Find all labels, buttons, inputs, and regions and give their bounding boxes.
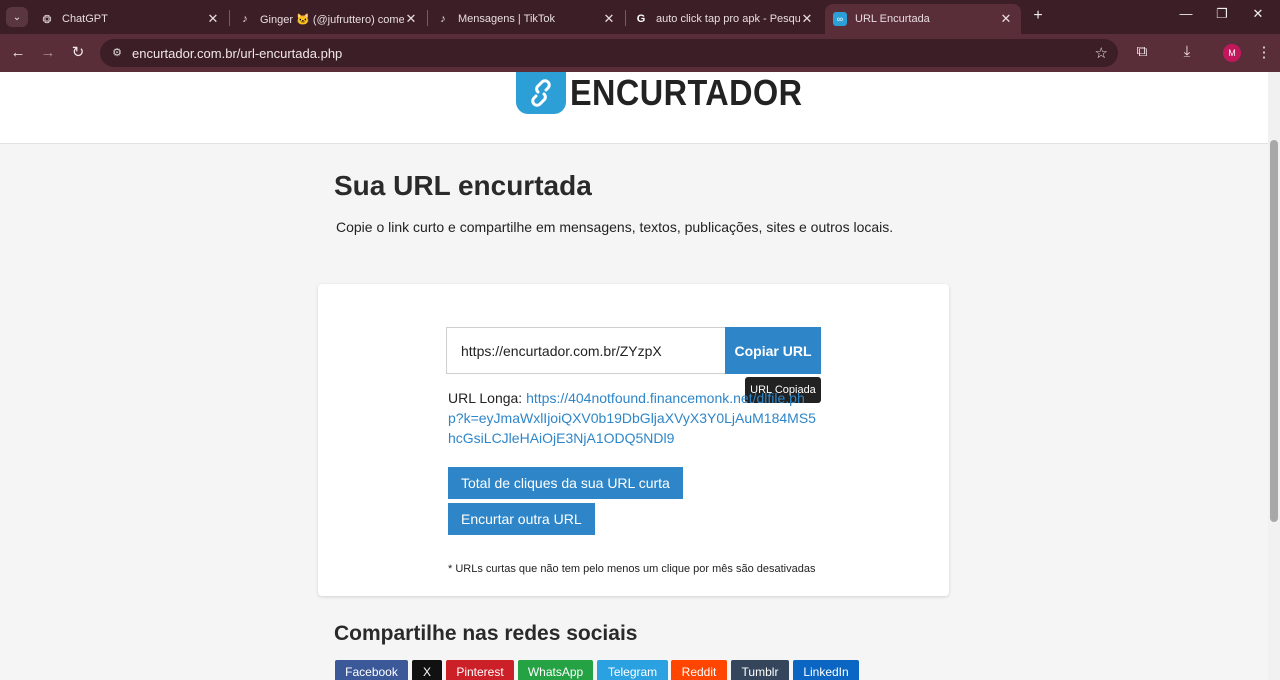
site-info-icon[interactable]: ⚙ (110, 46, 124, 60)
long-url-block: URL Longa: https://404notfound.financemo… (448, 388, 820, 448)
address-url: encurtador.com.br/url-encurtada.php (132, 45, 343, 61)
site-header: ENCURTADOR (0, 72, 1268, 144)
share-facebook-button[interactable]: Facebook (335, 660, 408, 680)
share-reddit-button[interactable]: Reddit (671, 660, 727, 680)
minimize-button[interactable]: — (1176, 6, 1196, 21)
browser-tabbar: ⌄ ❂ ChatGPT ✕ ♪ Ginger 🐱 (@jufruttero) c… (0, 0, 1280, 34)
link-logo-icon[interactable] (516, 72, 566, 114)
tab-title: URL Encurtada (855, 13, 930, 25)
page-title: Sua URL encurtada (334, 170, 592, 201)
copy-url-button[interactable]: Copiar URL (725, 327, 821, 374)
share-linkedin-button[interactable]: LinkedIn (793, 660, 859, 680)
bookmark-star-icon[interactable]: ☆ (1095, 44, 1108, 62)
chatgpt-icon: ❂ (42, 13, 52, 26)
page-description: Copie o link curto e compartilhe em mens… (336, 219, 894, 235)
share-pinterest-button[interactable]: Pinterest (446, 660, 514, 680)
google-icon: G (636, 13, 646, 25)
tab-mensagens[interactable]: ♪ Mensagens | TikTok ✕ (428, 4, 624, 34)
arrow-right-icon: → (40, 44, 56, 61)
chevron-down-icon: ⌄ (12, 11, 22, 23)
new-tab-button[interactable]: + (1028, 7, 1048, 25)
shorten-another-button[interactable]: Encurtar outra URL (448, 503, 595, 535)
deactivation-note: * URLs curtas que não tem pelo menos um … (448, 563, 816, 575)
reload-button[interactable]: ↻ (68, 43, 88, 63)
scrollbar-thumb[interactable] (1270, 140, 1278, 522)
close-icon[interactable]: ✕ (206, 11, 220, 27)
close-icon[interactable]: ✕ (404, 11, 418, 27)
logo-text[interactable]: ENCURTADOR (570, 72, 802, 114)
tiktok-icon: ♪ (242, 13, 248, 25)
encurtador-icon: ∞ (833, 12, 847, 26)
tab-chatgpt[interactable]: ❂ ChatGPT ✕ (32, 4, 228, 34)
tab-pesquisa[interactable]: G auto click tap pro apk - Pesquis ✕ (626, 4, 822, 34)
share-whatsapp-button[interactable]: WhatsApp (518, 660, 593, 680)
tab-title: ChatGPT (62, 13, 108, 25)
long-url-label: URL Longa: (448, 390, 523, 406)
tab-search-button[interactable]: ⌄ (6, 7, 28, 27)
close-window-button[interactable]: ✕ (1248, 6, 1268, 22)
restore-button[interactable]: ❐ (1212, 6, 1232, 22)
short-url-input[interactable] (446, 327, 726, 374)
tab-title: auto click tap pro apk - Pesquis (656, 13, 800, 25)
share-tumblr-button[interactable]: Tumblr (731, 660, 789, 680)
tab-url-encurtada[interactable]: ∞ URL Encurtada ✕ (825, 4, 1021, 34)
tab-ginger[interactable]: ♪ Ginger 🐱 (@jufruttero) começ ✕ (230, 4, 426, 34)
reload-icon: ↻ (71, 44, 85, 61)
close-icon[interactable]: ✕ (602, 11, 616, 27)
tiktok-icon: ♪ (440, 13, 446, 25)
more-menu-icon[interactable]: ⋮ (1254, 43, 1274, 61)
browser-toolbar: ← → ↻ ⚙ encurtador.com.br/url-encurtada.… (0, 34, 1280, 72)
forward-button[interactable]: → (38, 43, 58, 63)
share-title: Compartilhe nas redes sociais (334, 622, 638, 645)
profile-avatar[interactable]: M (1223, 44, 1241, 62)
close-icon[interactable]: ✕ (999, 11, 1013, 27)
back-button[interactable]: ← (8, 43, 28, 63)
close-icon[interactable]: ✕ (800, 11, 814, 27)
total-clicks-button[interactable]: Total de cliques da sua URL curta (448, 467, 683, 499)
share-telegram-button[interactable]: Telegram (597, 660, 668, 680)
address-bar[interactable]: ⚙ encurtador.com.br/url-encurtada.php ☆ (100, 39, 1118, 67)
tab-title: Mensagens | TikTok (458, 13, 556, 25)
extensions-icon[interactable]: ⧉ (1132, 43, 1152, 60)
arrow-left-icon: ← (10, 44, 26, 61)
download-icon[interactable]: ⤓ (1177, 43, 1197, 60)
share-x-button[interactable]: X (412, 660, 442, 680)
tab-title: Ginger 🐱 (@jufruttero) começ (260, 13, 404, 26)
